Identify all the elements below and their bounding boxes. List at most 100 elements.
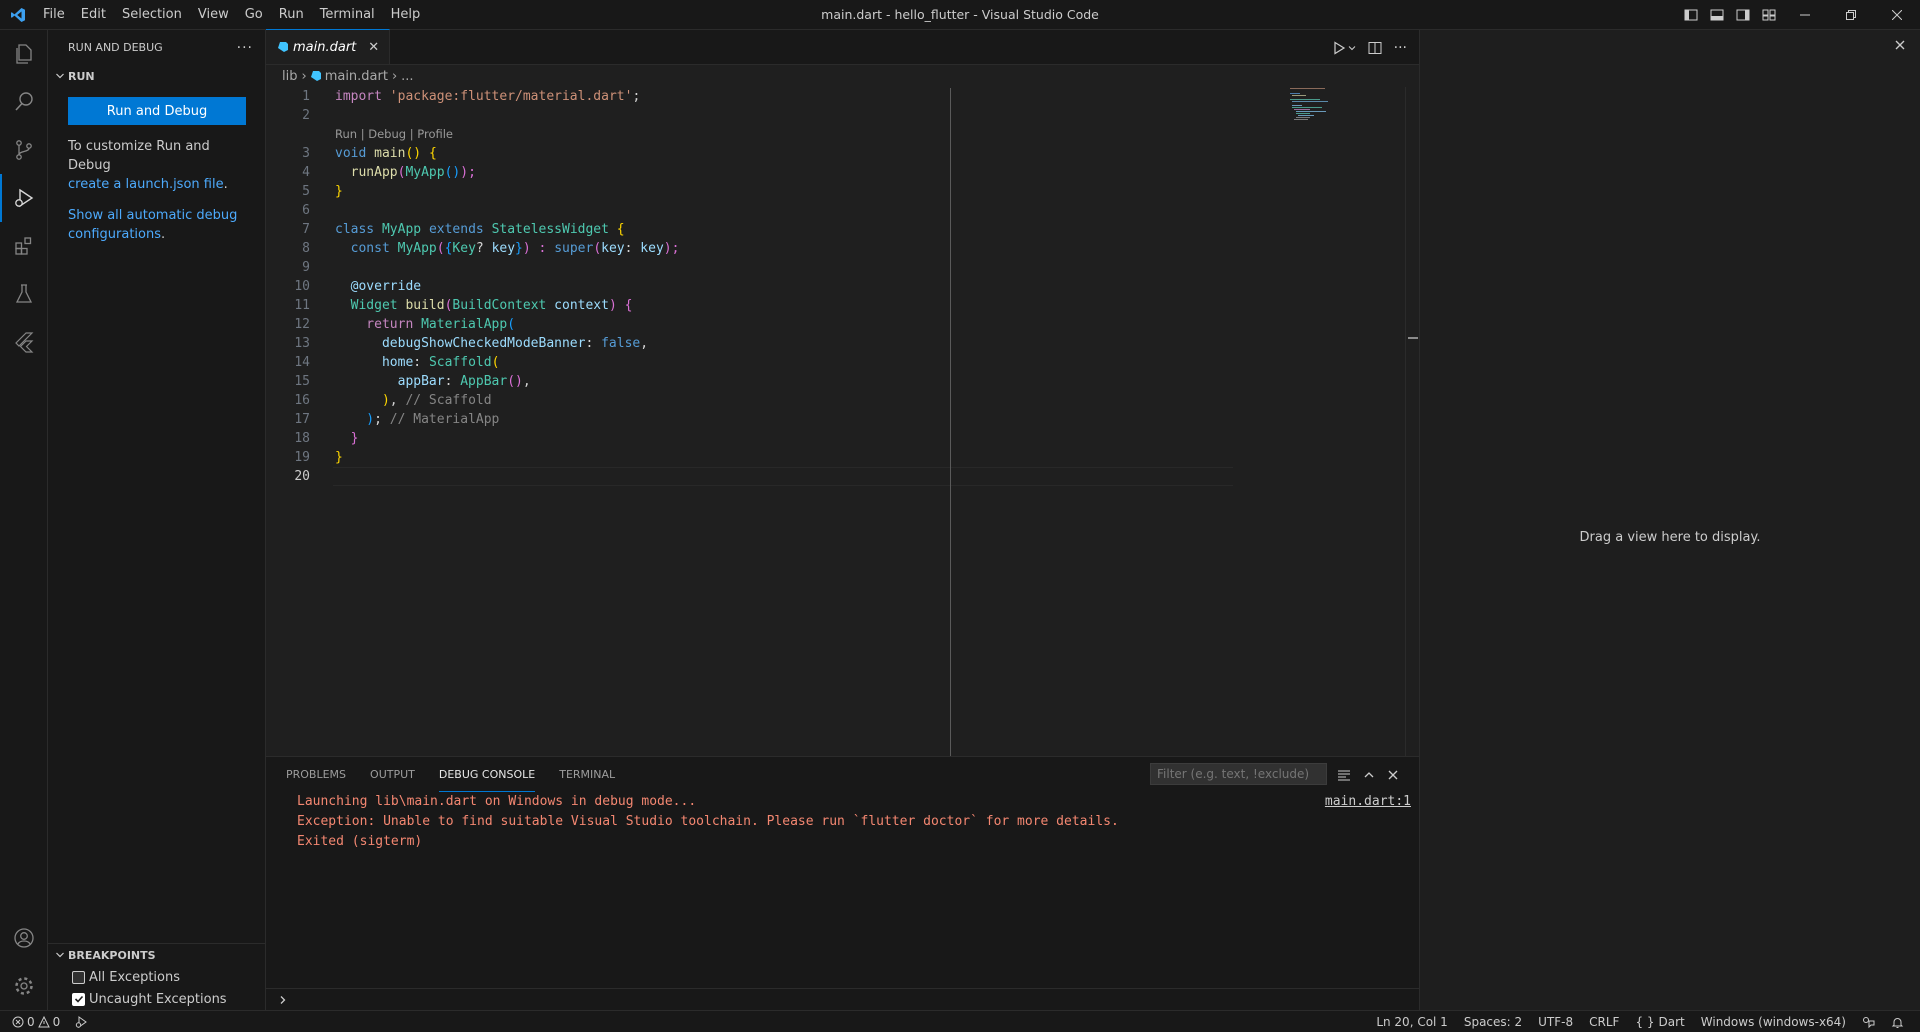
menu-edit[interactable]: Edit <box>73 0 114 30</box>
tab-terminal[interactable]: TERMINAL <box>559 757 615 792</box>
breakpoints-header[interactable]: BREAKPOINTS <box>48 944 265 966</box>
more-actions-icon[interactable]: ··· <box>237 40 253 56</box>
close-secondary-sidebar-icon[interactable] <box>1894 39 1906 51</box>
line-number: 4 <box>302 165 310 180</box>
customize-layout-icon[interactable] <box>1756 0 1782 30</box>
menu-selection[interactable]: Selection <box>114 0 190 30</box>
line-endings[interactable]: CRLF <box>1581 1015 1627 1029</box>
period-text: . <box>223 177 228 192</box>
device-selector[interactable]: Windows (windows-x64) <box>1693 1015 1854 1029</box>
code-token: @override <box>335 279 422 294</box>
code-token: key <box>601 241 625 256</box>
maximize-panel-icon[interactable] <box>1363 769 1375 781</box>
line-number: 3 <box>302 146 310 161</box>
line-number: 20 <box>294 469 310 484</box>
debug-status-icon[interactable] <box>74 1015 88 1029</box>
menu-view[interactable]: View <box>190 0 237 30</box>
encoding[interactable]: UTF-8 <box>1530 1015 1581 1029</box>
all-exceptions-checkbox[interactable] <box>72 970 85 984</box>
code-token: 'package:flutter/material.dart' <box>389 89 633 104</box>
menu-run[interactable]: Run <box>271 0 312 30</box>
menu-help[interactable]: Help <box>383 0 429 30</box>
secondary-sidebar: Drag a view here to display. <box>1419 30 1920 1010</box>
uncaught-exceptions-checkbox[interactable] <box>72 992 85 1006</box>
debug-repl-input[interactable] <box>266 988 1419 1010</box>
menu-terminal[interactable]: Terminal <box>312 0 383 30</box>
editor-ruler <box>950 88 951 756</box>
line-number: 13 <box>294 336 310 351</box>
toggle-primary-sidebar-icon[interactable] <box>1678 0 1704 30</box>
code-token: () <box>507 374 523 389</box>
codelens-run-debug-profile[interactable]: Run | Debug | Profile <box>266 125 1419 144</box>
code-token: ( <box>593 241 602 256</box>
indentation[interactable]: Spaces: 2 <box>1456 1015 1530 1029</box>
toggle-panel-icon[interactable] <box>1704 0 1730 30</box>
breadcrumb-folder[interactable]: lib <box>282 69 297 84</box>
breakpoints-title: BREAKPOINTS <box>68 948 156 962</box>
code-token: } <box>335 184 343 199</box>
breakpoint-all-exceptions[interactable]: All Exceptions <box>48 966 265 988</box>
accounts-icon[interactable] <box>0 914 48 962</box>
scrollbar-cursor-marker <box>1408 337 1418 339</box>
code-token: appBar <box>335 374 445 389</box>
language-mode[interactable]: { } Dart <box>1627 1015 1692 1029</box>
breakpoint-uncaught-exceptions[interactable]: Uncaught Exceptions <box>48 988 265 1010</box>
problems-status[interactable]: 0 0 <box>12 1015 60 1029</box>
minimize-icon[interactable] <box>1782 0 1828 30</box>
search-icon[interactable] <box>0 78 48 126</box>
auto-link-line-2[interactable]: configurations <box>68 227 161 242</box>
tab-main-dart[interactable]: main.dart ✕ <box>266 29 391 64</box>
explorer-icon[interactable] <box>0 30 48 78</box>
cursor-position[interactable]: Ln 20, Col 1 <box>1368 1015 1456 1029</box>
tab-debug-console[interactable]: DEBUG CONSOLE <box>438 757 536 792</box>
tab-problems[interactable]: PROBLEMS <box>286 757 346 792</box>
code-editor[interactable]: 1 import 'package:flutter/material.dart';… <box>266 87 1419 756</box>
menu-go[interactable]: Go <box>237 0 271 30</box>
tab-output[interactable]: OUTPUT <box>370 757 415 792</box>
console-filter-input[interactable] <box>1150 763 1327 785</box>
line-number: 14 <box>294 355 310 370</box>
line-number: 17 <box>294 412 310 427</box>
run-debug-icon[interactable] <box>0 174 48 222</box>
run-file-icon[interactable] <box>1332 40 1356 55</box>
toggle-secondary-sidebar-icon[interactable] <box>1730 0 1756 30</box>
extensions-icon[interactable] <box>0 222 48 270</box>
editor-scrollbar[interactable] <box>1405 87 1419 756</box>
close-panel-icon[interactable] <box>1387 769 1399 781</box>
code-line: 2 <box>266 106 1419 125</box>
chevron-down-icon <box>52 950 68 960</box>
notifications-bell-icon[interactable] <box>1883 1016 1912 1029</box>
chevron-right-icon <box>278 995 288 1005</box>
testing-icon[interactable] <box>0 270 48 318</box>
code-token: Scaffold <box>428 355 492 370</box>
close-tab-icon[interactable]: ✕ <box>368 40 379 55</box>
more-actions-icon[interactable]: ··· <box>1394 40 1407 56</box>
word-wrap-icon[interactable] <box>1337 768 1351 782</box>
code-token: key <box>640 241 664 256</box>
close-window-icon[interactable] <box>1874 0 1920 30</box>
flutter-icon[interactable] <box>0 318 48 366</box>
code-token: : <box>444 374 461 389</box>
manage-gear-icon[interactable] <box>0 962 48 1010</box>
source-control-icon[interactable] <box>0 126 48 174</box>
code-token: () <box>444 165 461 180</box>
minimap[interactable] <box>1290 87 1400 147</box>
code-line: 14 home: Scaffold( <box>266 353 1419 372</box>
error-icon <box>12 1016 24 1027</box>
breadcrumb-file[interactable]: main.dart <box>325 69 388 84</box>
split-editor-icon[interactable] <box>1368 41 1382 55</box>
breadcrumb-more[interactable]: ... <box>401 69 413 84</box>
menu-file[interactable]: File <box>35 0 73 30</box>
auto-link-line-1[interactable]: Show all automatic debug <box>68 206 245 225</box>
line-number: 9 <box>302 260 310 275</box>
run-section-header[interactable]: RUN <box>48 65 265 87</box>
menu-bar: File Edit Selection View Go Run Terminal… <box>35 0 428 30</box>
show-automatic-configs-link[interactable]: Show all automatic debug configurations. <box>48 206 265 244</box>
line-number: 15 <box>294 374 310 389</box>
console-source-link[interactable]: main.dart:1 <box>1325 792 1411 812</box>
code-token: ); <box>460 165 476 180</box>
create-launch-json-link[interactable]: create a launch.json file <box>68 177 224 192</box>
run-and-debug-button[interactable]: Run and Debug <box>68 97 246 125</box>
feedback-icon[interactable] <box>1854 1016 1883 1029</box>
restore-icon[interactable] <box>1828 0 1874 30</box>
